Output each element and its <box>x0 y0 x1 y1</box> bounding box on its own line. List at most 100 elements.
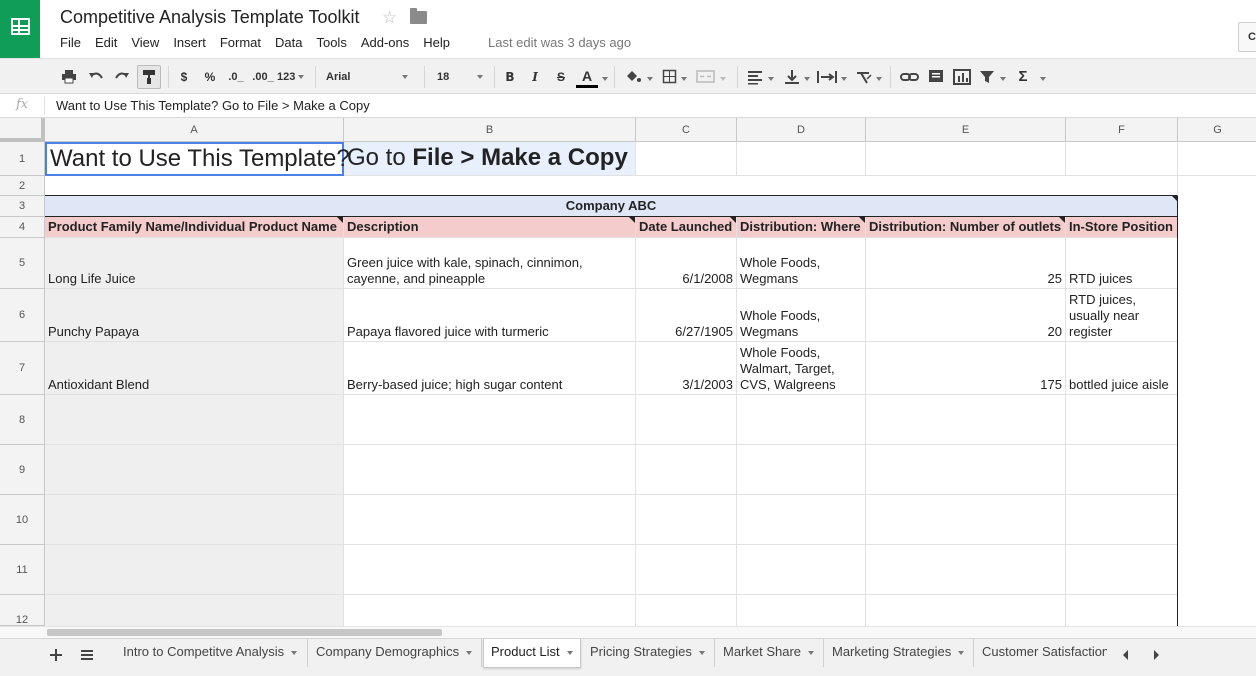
paint-format-button[interactable] <box>137 65 161 89</box>
tab-company-demographics[interactable]: Company Demographics <box>309 639 482 667</box>
product-position[interactable]: RTD juices <box>1066 238 1178 289</box>
empty-cell[interactable] <box>636 395 737 445</box>
empty-cell[interactable] <box>1066 595 1178 626</box>
empty-cell[interactable] <box>866 395 1066 445</box>
chevron-down-icon[interactable] <box>808 650 815 655</box>
redo-icon[interactable] <box>114 69 130 85</box>
font-family-dropdown[interactable]: Arial <box>326 68 410 86</box>
insert-chart-icon[interactable] <box>953 69 971 85</box>
scroll-tabs-right-icon[interactable] <box>1150 649 1162 661</box>
product-where[interactable]: Whole Foods, Wegmans <box>737 238 866 289</box>
column-header-d[interactable]: D <box>737 118 866 142</box>
column-header-e[interactable]: E <box>866 118 1066 142</box>
tab-intro[interactable]: Intro to Competitve Analysis <box>116 639 308 667</box>
text-color-button[interactable]: A <box>576 68 598 88</box>
product-outlets[interactable]: 25 <box>866 238 1066 289</box>
comment-marker[interactable] <box>629 217 635 223</box>
cell-a1-selected[interactable]: Want to Use This Template? <box>45 142 350 176</box>
product-position[interactable]: bottled juice aisle <box>1066 342 1178 395</box>
column-header-f[interactable]: F <box>1066 118 1178 142</box>
tab-marketing-strategies[interactable]: Marketing Strategies <box>825 639 974 667</box>
row-header-8[interactable]: 8 <box>0 395 45 445</box>
empty-cell[interactable] <box>344 595 636 626</box>
empty-cell[interactable] <box>737 495 866 545</box>
select-all-corner[interactable] <box>0 118 45 142</box>
share-button[interactable]: C <box>1238 22 1256 52</box>
menu-add-ons[interactable]: Add-ons <box>361 35 409 51</box>
empty-cell[interactable] <box>45 545 344 595</box>
empty-cell[interactable] <box>45 495 344 545</box>
scroll-tabs-left-icon[interactable] <box>1120 649 1132 661</box>
empty-cell[interactable] <box>636 545 737 595</box>
menu-tools[interactable]: Tools <box>316 35 346 51</box>
product-outlets[interactable]: 20 <box>866 289 1066 342</box>
horizontal-align-icon[interactable] <box>747 69 763 85</box>
header-description[interactable]: Description <box>344 217 636 238</box>
tab-pricing-strategies[interactable]: Pricing Strategies <box>583 639 715 667</box>
cell-d1[interactable] <box>737 142 866 176</box>
borders-icon[interactable] <box>662 69 678 85</box>
product-name[interactable]: Punchy Papaya <box>45 289 344 342</box>
row-header-9[interactable]: 9 <box>0 445 45 495</box>
empty-cell[interactable] <box>866 545 1066 595</box>
empty-cell[interactable] <box>866 445 1066 495</box>
product-outlets[interactable]: 175 <box>866 342 1066 395</box>
header-distribution-where[interactable]: Distribution: Where <box>737 217 866 238</box>
header-distribution-outlets[interactable]: Distribution: Number of outlets <box>866 217 1066 238</box>
product-date[interactable]: 6/27/1905 <box>636 289 737 342</box>
empty-cell[interactable] <box>344 395 636 445</box>
row-header-12[interactable]: 12 <box>0 595 45 626</box>
formula-input[interactable]: Want to Use This Template? Go to File > … <box>56 98 370 113</box>
empty-cell[interactable] <box>1066 395 1178 445</box>
empty-cell[interactable] <box>636 445 737 495</box>
empty-cell[interactable] <box>866 495 1066 545</box>
column-header-g[interactable]: G <box>1178 118 1256 142</box>
text-rotation-icon[interactable] <box>855 69 873 85</box>
cell-g1[interactable] <box>1178 142 1256 176</box>
menu-file[interactable]: File <box>60 35 81 51</box>
header-in-store-position[interactable]: In-Store Position <box>1066 217 1178 238</box>
empty-cell[interactable] <box>344 445 636 495</box>
product-name[interactable]: Long Life Juice <box>45 238 344 289</box>
product-where[interactable]: Whole Foods, Walmart, Target, CVS, Walgr… <box>737 342 866 395</box>
fill-color-icon[interactable] <box>624 69 642 85</box>
merge-cells-icon[interactable] <box>696 69 716 85</box>
folder-icon[interactable] <box>410 8 427 24</box>
increase-decimal-button[interactable]: .00_ <box>251 68 275 86</box>
company-name[interactable]: Company ABC <box>45 196 1178 217</box>
comment-marker[interactable] <box>337 217 343 223</box>
cell-c1[interactable] <box>636 142 737 176</box>
menu-view[interactable]: View <box>131 35 159 51</box>
row-header-3[interactable]: 3 <box>0 196 45 217</box>
cell-e1[interactable] <box>866 142 1066 176</box>
tab-market-share[interactable]: Market Share <box>716 639 824 667</box>
more-formats-dropdown[interactable]: 123 <box>277 68 311 86</box>
add-sheet-icon[interactable] <box>49 648 63 662</box>
row-header-4[interactable]: 4 <box>0 217 45 238</box>
empty-cell[interactable] <box>344 495 636 545</box>
menu-data[interactable]: Data <box>275 35 302 51</box>
empty-cell[interactable] <box>737 395 866 445</box>
product-description[interactable]: Green juice with kale, spinach, cinnimon… <box>344 238 636 289</box>
empty-cell[interactable] <box>45 595 344 626</box>
empty-cell[interactable] <box>344 545 636 595</box>
row-header-7[interactable]: 7 <box>0 342 45 395</box>
product-date[interactable]: 6/1/2008 <box>636 238 737 289</box>
menu-edit[interactable]: Edit <box>95 35 117 51</box>
empty-cell[interactable] <box>636 495 737 545</box>
product-position[interactable]: RTD juices, usually near register <box>1066 289 1178 342</box>
empty-cell[interactable] <box>45 395 344 445</box>
product-name[interactable]: Antioxidant Blend <box>45 342 344 395</box>
cell-f1[interactable] <box>1066 142 1178 176</box>
currency-button[interactable]: $ <box>177 68 191 86</box>
insert-link-icon[interactable] <box>900 69 920 85</box>
menu-format[interactable]: Format <box>220 35 261 51</box>
sheets-logo-icon[interactable] <box>0 0 40 58</box>
row-header-6[interactable]: 6 <box>0 289 45 342</box>
row-header-2[interactable]: 2 <box>0 176 45 196</box>
tab-customer-satisfaction[interactable]: Customer Satisfaction <box>975 639 1107 667</box>
empty-cell[interactable] <box>737 545 866 595</box>
bold-button[interactable]: B <box>503 68 517 86</box>
percent-button[interactable]: % <box>202 68 218 86</box>
vertical-align-icon[interactable] <box>784 69 800 85</box>
